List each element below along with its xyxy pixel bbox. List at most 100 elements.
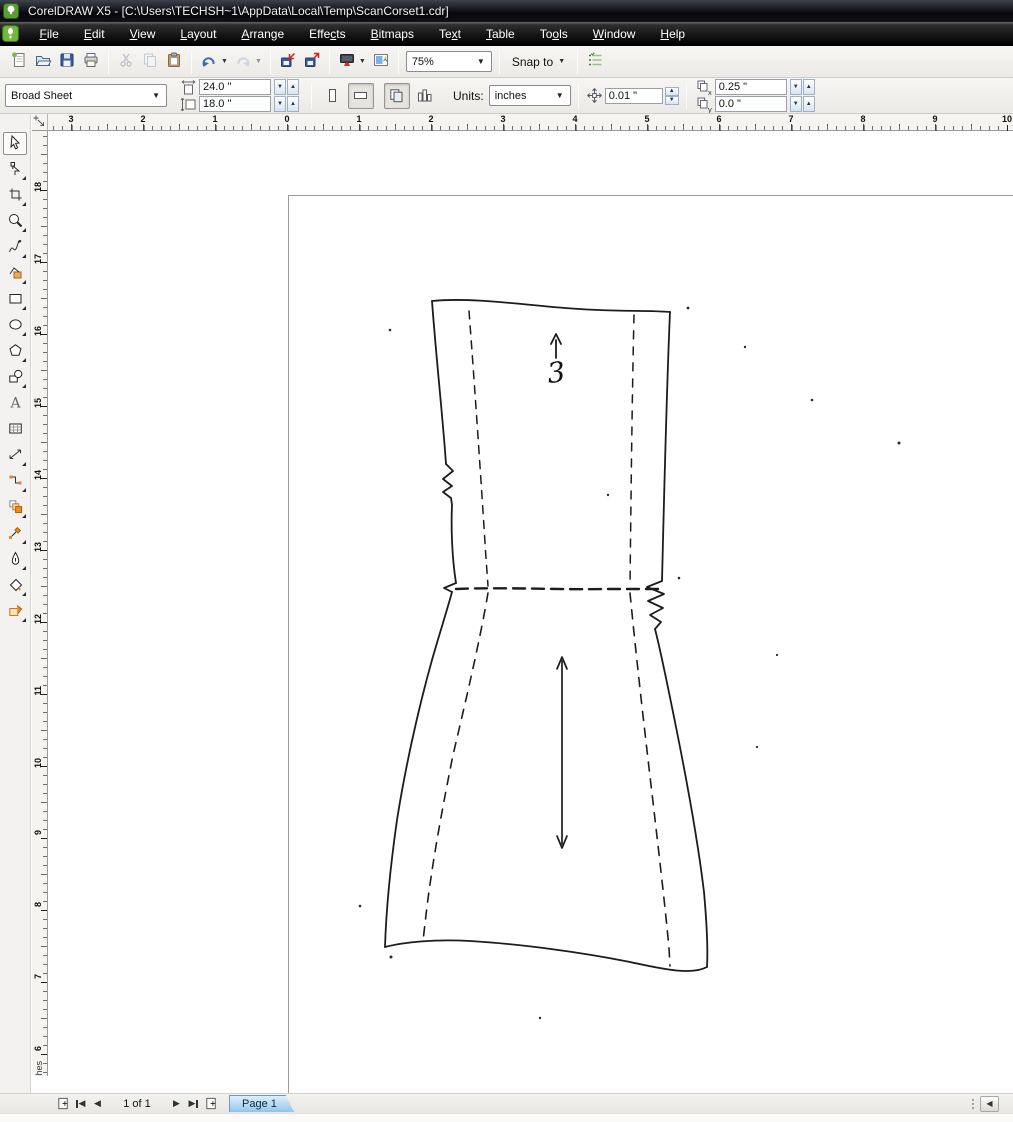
portrait-button[interactable] [320, 83, 346, 109]
rectangle-tool-icon [7, 290, 24, 310]
horizontal-ruler[interactable]: 321012345678910 [48, 114, 1013, 131]
outline-pen-tool[interactable] [3, 548, 27, 571]
dimension-tool[interactable] [3, 444, 27, 467]
crop-tool[interactable] [3, 184, 27, 207]
duplicate-y-spinner[interactable]: ▼▲ [789, 96, 815, 112]
polygon-tool[interactable] [3, 340, 27, 363]
pattern-left-edge-skirt [385, 592, 452, 947]
copy-icon [141, 51, 159, 72]
table-tool[interactable] [3, 418, 27, 441]
menu-effects[interactable]: Effects [297, 22, 358, 45]
text-tool[interactable]: A [3, 392, 27, 415]
save-button[interactable] [56, 48, 78, 76]
menu-text[interactable]: Text [426, 22, 473, 45]
vruler-tick [41, 1054, 47, 1055]
rectangle-tool[interactable] [3, 288, 27, 311]
shape-tool[interactable] [3, 158, 27, 181]
duplicate-x-field[interactable] [715, 79, 787, 95]
chevron-down-icon[interactable]: ▼ [255, 58, 262, 65]
paper-height-icon [180, 96, 197, 113]
new-document-button[interactable] [8, 48, 30, 76]
menu-file[interactable]: File [27, 22, 71, 45]
freehand-tool[interactable] [3, 236, 27, 259]
menu-arrange[interactable]: Arrange [229, 22, 297, 45]
hruler-label: 1 [356, 114, 361, 124]
drawing-canvas[interactable]: 3 [48, 131, 1013, 1093]
snap-to-dropdown[interactable]: Snap to▼ [505, 55, 572, 69]
connector-tool[interactable] [3, 470, 27, 493]
nudge-spinner[interactable]: ▲▼ [665, 87, 679, 105]
export-icon [303, 51, 321, 72]
paper-height-field[interactable] [199, 96, 271, 112]
duplicate-x-spinner[interactable]: ▼▲ [789, 79, 815, 95]
nudge-distance-field[interactable] [605, 88, 663, 104]
redo-button[interactable]: ▼ [232, 48, 264, 76]
basic-shapes-tool[interactable] [3, 366, 27, 389]
ruler-origin-corner[interactable] [32, 114, 48, 131]
undo-button[interactable]: ▼ [198, 48, 230, 76]
hscroll-left-button[interactable]: ◀ [980, 1096, 999, 1112]
paper-width-field[interactable] [199, 79, 271, 95]
menu-bitmaps[interactable]: Bitmaps [358, 22, 426, 45]
add-page-button-2[interactable] [202, 1095, 220, 1112]
import-button[interactable] [277, 48, 299, 76]
add-page-button[interactable] [54, 1095, 72, 1112]
hscroll-track[interactable] [999, 1096, 1013, 1112]
interactive-fill-tool[interactable] [3, 600, 27, 623]
duplicate-y-field[interactable] [715, 96, 787, 112]
smart-fill-tool[interactable] [3, 262, 27, 285]
print-button[interactable] [80, 48, 102, 76]
export-button[interactable] [301, 48, 323, 76]
cut-button[interactable] [115, 48, 137, 76]
open-button[interactable] [32, 48, 54, 76]
all-pages-same-size-button[interactable] [384, 83, 410, 109]
units-value: inches [495, 90, 527, 102]
blend-tool[interactable] [3, 496, 27, 519]
page-tab-label: Page 1 [242, 1098, 277, 1110]
units-combo[interactable]: inches ▼ [489, 85, 571, 106]
fill-tool[interactable] [3, 574, 27, 597]
welcome-screen-button[interactable] [370, 48, 392, 76]
chevron-down-icon: ▼ [471, 57, 491, 66]
landscape-button[interactable] [348, 83, 374, 109]
paper-width-spinner[interactable]: ▼▲ [273, 79, 299, 95]
options-button[interactable] [584, 48, 606, 76]
hruler-label: 8 [860, 114, 865, 124]
vruler-label: 9 [33, 830, 43, 835]
scanned-corset-pattern[interactable]: 3 [48, 131, 1013, 1093]
paste-button[interactable] [163, 48, 185, 76]
vruler-tick [41, 838, 47, 839]
paper-type-combo[interactable]: Broad Sheet ▼ [5, 84, 167, 107]
scan-noise-specks [359, 307, 901, 1020]
previous-page-button[interactable]: ◀ [89, 1095, 106, 1112]
menu-edit[interactable]: Edit [71, 22, 117, 45]
application-launcher-button[interactable]: ▼ [336, 48, 368, 76]
seam-dashed-skirt-right [630, 593, 670, 966]
pick-tool[interactable] [3, 132, 27, 155]
per-page-size-button[interactable] [412, 83, 438, 109]
page-tab-page-1[interactable]: Page 1 [229, 1095, 294, 1112]
color-eyedropper-tool[interactable] [3, 522, 27, 545]
last-page-button[interactable]: ▶ [185, 1095, 202, 1112]
vruler-label: 8 [33, 902, 43, 907]
pagebar-splitter-handle[interactable] [969, 1096, 977, 1112]
menu-window[interactable]: Window [580, 22, 648, 45]
copy-button[interactable] [139, 48, 161, 76]
chevron-down-icon[interactable]: ▼ [221, 58, 228, 65]
menu-layout[interactable]: Layout [168, 22, 229, 45]
first-page-button[interactable]: ◀ [72, 1095, 89, 1112]
menu-tools[interactable]: Tools [527, 22, 580, 45]
snap-to-label: Snap to [512, 55, 553, 69]
menu-help[interactable]: Help [648, 22, 698, 45]
zoom-tool[interactable] [3, 210, 27, 233]
menu-table[interactable]: Table [474, 22, 528, 45]
zoom-level-combo[interactable]: 75%▼ [406, 51, 492, 72]
menu-view[interactable]: View [117, 22, 168, 45]
ellipse-tool[interactable] [3, 314, 27, 337]
vertical-ruler[interactable]: 1817161514131211109876inches [32, 131, 48, 1076]
toolbar-separator [329, 50, 330, 74]
chevron-down-icon[interactable]: ▼ [359, 58, 366, 65]
paper-height-spinner[interactable]: ▼▲ [273, 96, 299, 112]
next-page-button[interactable]: ▶ [168, 1095, 185, 1112]
coreldraw-app-icon[interactable] [2, 25, 19, 42]
